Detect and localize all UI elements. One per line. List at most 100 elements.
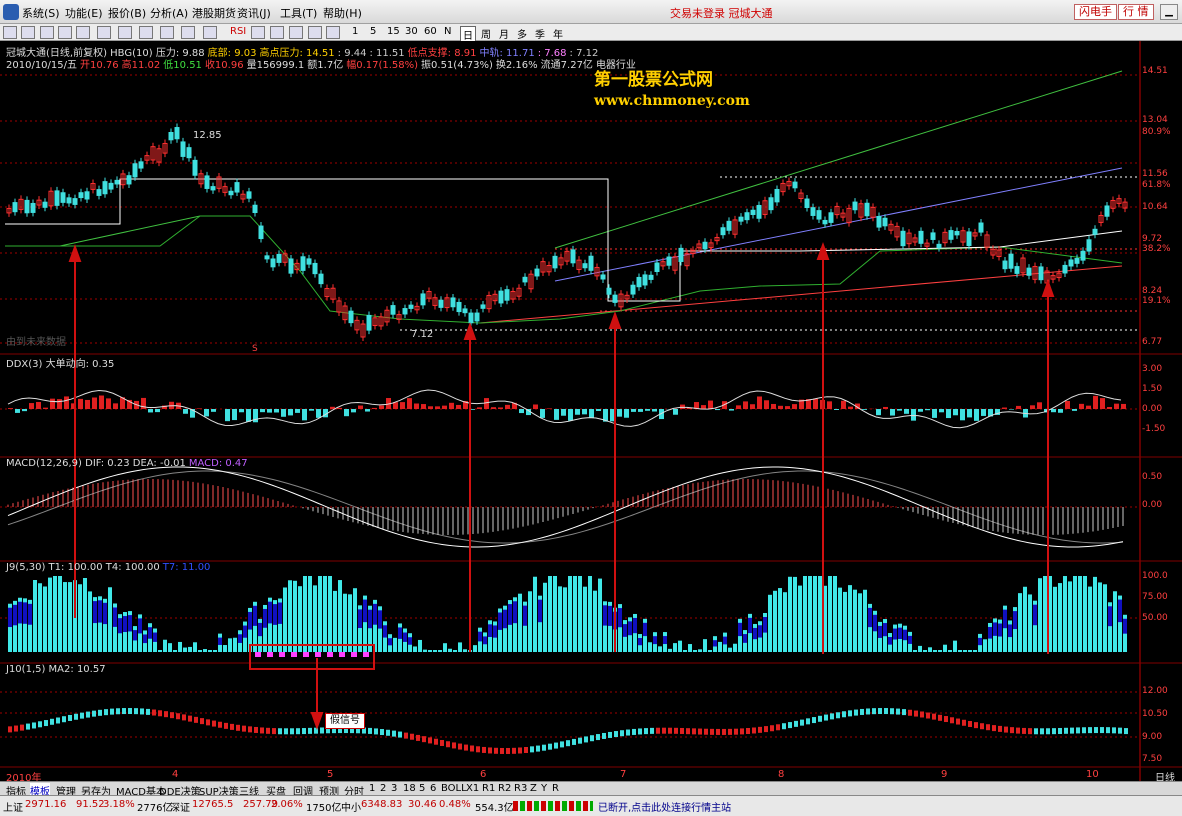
- color-icon[interactable]: [326, 26, 340, 39]
- ddx-bar: [841, 400, 846, 409]
- j10-bar: [836, 712, 840, 719]
- j10-bar: [230, 723, 234, 730]
- tab-1[interactable]: 1: [369, 783, 375, 794]
- stat-icon[interactable]: [181, 26, 195, 39]
- j10-bar: [632, 728, 636, 735]
- tab-6[interactable]: 6: [430, 783, 436, 794]
- period-quarter[interactable]: 季: [535, 26, 545, 41]
- j9-bar: [783, 592, 787, 652]
- menu-quote[interactable]: 报价(B): [108, 5, 146, 21]
- exit-icon[interactable]: [289, 26, 303, 39]
- quote-button[interactable]: 行 情: [1118, 4, 1154, 20]
- cross-move-icon[interactable]: [270, 26, 284, 39]
- ddx-bar: [36, 401, 41, 409]
- period-60min[interactable]: 60: [424, 26, 437, 37]
- indicator-icon[interactable]: [118, 26, 132, 39]
- tab-18[interactable]: 18: [403, 783, 416, 794]
- menu-system[interactable]: 系统(S): [22, 5, 60, 21]
- j10-bar: [920, 711, 924, 718]
- tab-r[interactable]: R: [552, 783, 559, 794]
- j9-bar: [413, 646, 417, 652]
- f10-icon[interactable]: [97, 26, 111, 39]
- y-label: 6.77: [1142, 337, 1163, 347]
- tab-x1[interactable]: X1: [466, 783, 479, 794]
- period-30min[interactable]: 30: [405, 26, 418, 37]
- menu-tools[interactable]: 工具(T): [280, 5, 317, 21]
- draw-line-icon[interactable]: [308, 26, 322, 39]
- x-label: 6: [480, 769, 487, 780]
- ddx-bar: [29, 403, 34, 409]
- sz-pct: 2.06%: [271, 799, 303, 810]
- grid-icon[interactable]: [76, 26, 90, 39]
- chart-canvas[interactable]: [0, 41, 1182, 781]
- j10-bar: [1010, 727, 1014, 734]
- menu-help[interactable]: 帮助(H): [323, 5, 362, 21]
- j10-bar: [392, 730, 396, 737]
- y-label: 11.56: [1142, 169, 1168, 179]
- y-label: 80.9%: [1142, 127, 1171, 137]
- j10-bar: [488, 747, 492, 754]
- list-icon[interactable]: [40, 26, 54, 39]
- period-1min[interactable]: 1: [352, 26, 358, 37]
- tab-2[interactable]: 2: [380, 783, 386, 794]
- j10-bar: [644, 728, 648, 735]
- back-icon[interactable]: [3, 26, 17, 39]
- chart-icon[interactable]: [58, 26, 72, 39]
- candle-body: [78, 192, 84, 199]
- menu-hk-futures[interactable]: 港股期货: [192, 5, 236, 21]
- period-month[interactable]: 月: [499, 26, 509, 41]
- j9-overlay: [488, 624, 492, 637]
- y-label: 0.50: [1142, 472, 1163, 482]
- menu-info[interactable]: 资讯(J): [237, 5, 271, 21]
- zoom-icon[interactable]: [251, 26, 265, 39]
- j9-bar: [1023, 586, 1027, 652]
- flash-trade-button[interactable]: 闪电手: [1074, 4, 1117, 20]
- tab-r3[interactable]: R3: [514, 783, 527, 794]
- period-n[interactable]: N: [444, 26, 451, 37]
- kline-icon[interactable]: [139, 26, 153, 39]
- forward-icon[interactable]: [21, 26, 35, 39]
- ddx-bar: [946, 409, 951, 419]
- chart-area[interactable]: 冠城大通(日线,前复权) HBG(10) 压力: 9.88 底部: 9.03 高点压…: [0, 41, 1182, 784]
- j9-overlay: [503, 609, 507, 629]
- period-multi[interactable]: 多: [517, 26, 527, 41]
- j9-overlay: [358, 609, 362, 629]
- j9-marker: [279, 652, 285, 657]
- j10-bar: [608, 731, 612, 738]
- tab-z[interactable]: Z: [530, 783, 537, 794]
- period-15min[interactable]: 15: [387, 26, 400, 37]
- tab-r1[interactable]: R1: [482, 783, 495, 794]
- j10-bar: [320, 727, 324, 734]
- menu-function[interactable]: 功能(E): [65, 5, 103, 21]
- period-year[interactable]: 年: [553, 26, 563, 41]
- tab-boll[interactable]: BOLL: [441, 783, 467, 794]
- j9-bar: [1083, 576, 1087, 652]
- j10-bar: [860, 708, 864, 715]
- ddx-bar: [365, 409, 370, 412]
- period-week[interactable]: 周: [481, 26, 491, 41]
- period-5min[interactable]: 5: [370, 26, 376, 37]
- j10-bar: [398, 731, 402, 738]
- menu-analysis[interactable]: 分析(A): [150, 5, 188, 21]
- sh-value: 2971.16: [25, 799, 67, 810]
- minimize-icon[interactable]: ▁: [1160, 4, 1178, 20]
- j9-bar: [1063, 576, 1067, 652]
- candle-body: [756, 204, 762, 219]
- window-title: 交易未登录 冠城大通: [670, 7, 773, 20]
- candle-body: [978, 222, 984, 233]
- bars-icon[interactable]: [203, 26, 217, 39]
- tab-y[interactable]: Y: [541, 783, 547, 794]
- tab-r2[interactable]: R2: [498, 783, 511, 794]
- tab-3[interactable]: 3: [391, 783, 397, 794]
- j9-overlay: [263, 608, 267, 628]
- j9-overlay: [18, 601, 22, 624]
- j10-bar: [32, 722, 36, 729]
- rsi-button[interactable]: RSI: [230, 26, 246, 37]
- connection-status[interactable]: 已断开,点击此处连接行情主站: [598, 799, 731, 814]
- y-label: 13.04: [1142, 115, 1168, 125]
- j10-bar: [584, 736, 588, 743]
- compare-icon[interactable]: [160, 26, 174, 39]
- tab-5[interactable]: 5: [419, 783, 425, 794]
- ddx-bar: [449, 402, 454, 409]
- j9-overlay: [478, 631, 482, 642]
